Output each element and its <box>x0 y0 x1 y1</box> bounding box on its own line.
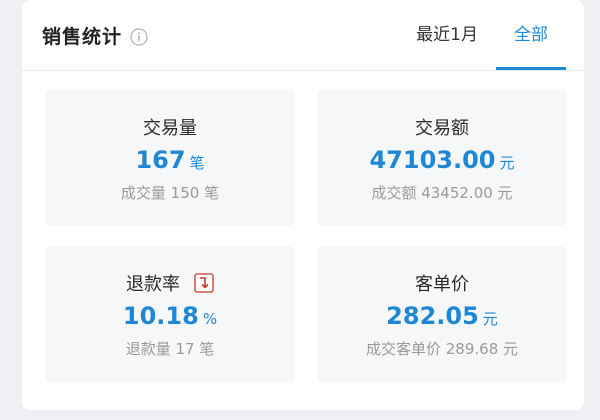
stat-tile-refund-rate: 退款率 10.18 % 退款量 17 笔 <box>46 246 294 382</box>
stats-grid: 交易量 167 笔 成交量 150 笔 交易额 47103.00 元 成交额 4… <box>46 90 566 382</box>
tile-subtext: 成交额 43452.00 元 <box>371 183 513 202</box>
tile-value-row: 10.18 % <box>123 302 217 330</box>
card-header: 销售统计 最近1月 全部 <box>22 0 584 71</box>
tile-label-row: 退款率 <box>126 270 214 296</box>
tile-label: 交易量 <box>143 117 197 139</box>
trend-down-icon <box>194 272 214 293</box>
tile-unit: 笔 <box>189 153 205 172</box>
info-icon[interactable] <box>130 27 148 46</box>
tile-subtext: 成交客单价 289.68 元 <box>365 339 519 358</box>
tile-unit: % <box>202 309 218 328</box>
tile-value: 47103.00 <box>369 145 496 174</box>
stat-tile-amount: 交易额 47103.00 元 成交额 43452.00 元 <box>318 90 566 226</box>
tile-label: 退款率 <box>126 273 180 295</box>
tile-value: 282.05 <box>386 301 479 330</box>
tile-label-row: 交易额 <box>415 114 469 140</box>
stat-tile-transactions: 交易量 167 笔 成交量 150 笔 <box>46 90 294 226</box>
tile-value-row: 47103.00 元 <box>369 146 514 174</box>
tile-unit: 元 <box>482 309 498 328</box>
title-wrap: 销售统计 <box>42 22 148 49</box>
tile-subtext: 成交量 150 笔 <box>120 183 220 202</box>
tile-unit: 元 <box>499 153 515 172</box>
tile-label-row: 交易量 <box>143 114 197 140</box>
tile-value-row: 282.05 元 <box>386 302 498 330</box>
tile-value: 167 <box>135 145 186 174</box>
tab-last-month[interactable]: 最近1月 <box>398 0 496 70</box>
tile-label-row: 客单价 <box>415 270 469 296</box>
tile-value-row: 167 笔 <box>135 146 204 174</box>
tile-subtext: 退款量 17 笔 <box>125 339 215 358</box>
stat-tile-avg-order: 客单价 282.05 元 成交客单价 289.68 元 <box>318 246 566 382</box>
tile-label: 交易额 <box>415 117 469 139</box>
tab-all[interactable]: 全部 <box>496 0 566 70</box>
tile-label: 客单价 <box>415 273 469 295</box>
period-tabs: 最近1月 全部 <box>398 0 566 70</box>
tile-value: 10.18 <box>122 301 199 330</box>
sales-stats-card: 销售统计 最近1月 全部 交易量 167 笔 成交量 150 笔 交易额 471… <box>22 0 584 410</box>
card-title: 销售统计 <box>42 26 123 48</box>
